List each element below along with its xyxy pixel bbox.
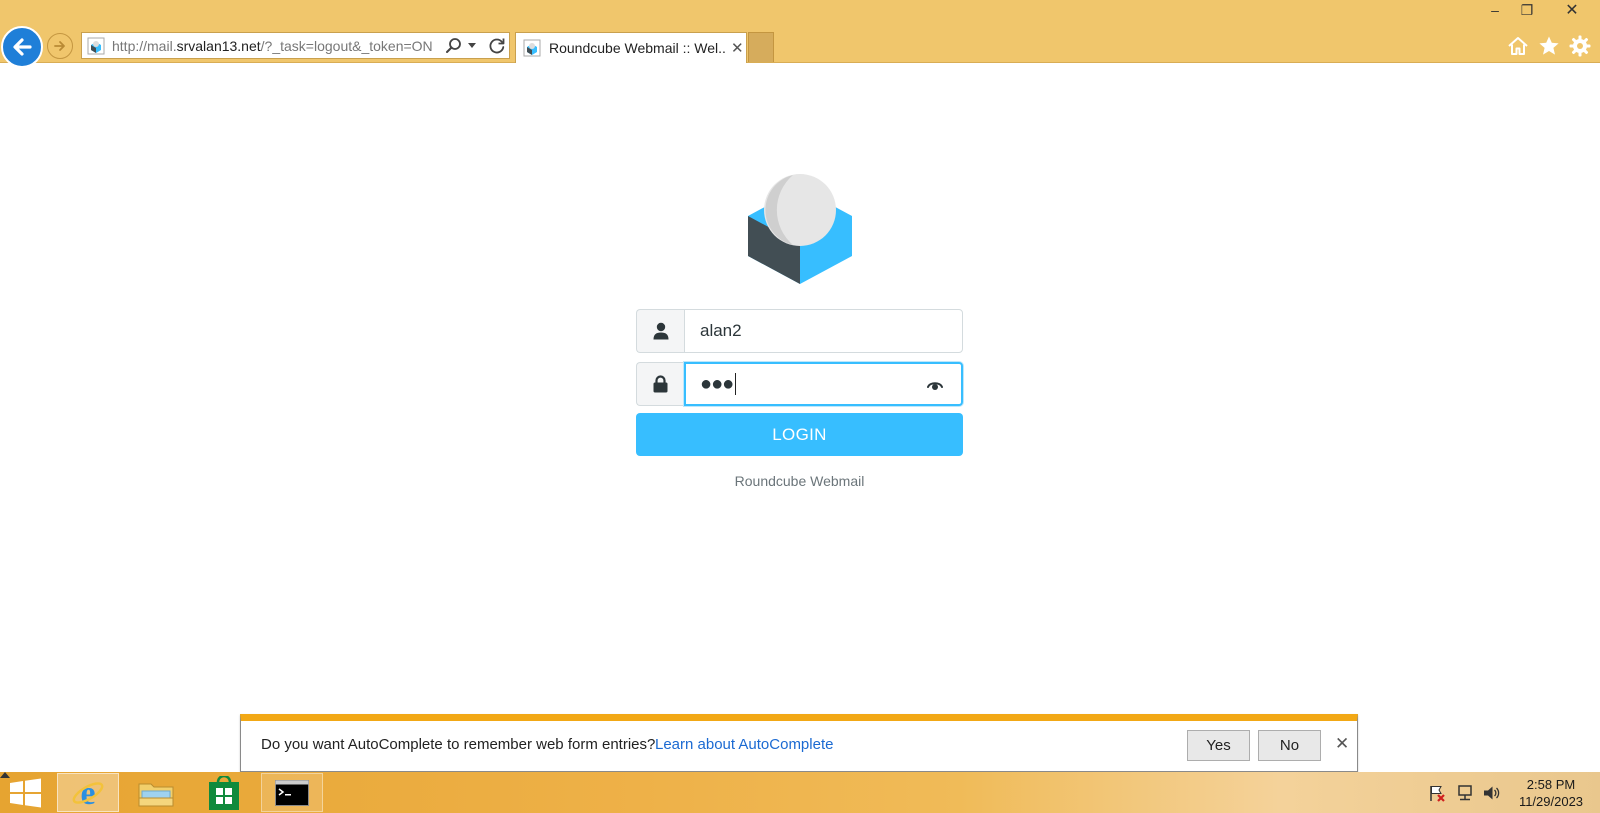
close-tab-icon[interactable]: ✕ [731, 39, 744, 57]
taskbar-store[interactable] [193, 773, 255, 812]
arrow-right-icon [54, 41, 65, 51]
autocomplete-yes-button[interactable]: Yes [1187, 730, 1250, 761]
product-name: Roundcube Webmail [734, 473, 865, 489]
autocomplete-notification: Do you want AutoComplete to remember web… [240, 714, 1358, 772]
username-row: alan2 [636, 309, 963, 353]
roundcube-favicon-icon [523, 39, 541, 57]
clock-time[interactable]: 2:58 PM [1510, 777, 1592, 792]
eye-icon[interactable] [927, 378, 943, 392]
autocomplete-no-button[interactable]: No [1258, 730, 1321, 761]
taskbar-file-explorer[interactable] [125, 773, 187, 812]
network-icon[interactable] [1456, 784, 1474, 802]
learn-autocomplete-link[interactable]: Learn about AutoComplete [655, 736, 833, 753]
taskbar: e 2:58 PM 11/29/2023 [0, 772, 1600, 813]
forward-button[interactable] [47, 33, 73, 59]
refresh-icon[interactable] [487, 36, 507, 56]
store-icon [209, 775, 239, 810]
windows-start-icon[interactable] [8, 778, 43, 808]
svg-text:e: e [80, 776, 95, 810]
login-button[interactable]: LOGIN [636, 413, 963, 456]
back-button[interactable] [1, 26, 43, 68]
star-icon[interactable] [1537, 34, 1561, 58]
password-addon [636, 362, 684, 406]
roundcube-favicon-icon [87, 37, 105, 54]
restore-button[interactable]: ❐ [1512, 0, 1542, 20]
username-field[interactable]: alan2 [684, 309, 963, 353]
lock-icon [653, 375, 668, 393]
password-row: ●●● [636, 362, 963, 406]
roundcube-logo [748, 174, 852, 284]
browser-chrome: – ❐ ✕ http://mail.srvalan13.net/?_task=l… [0, 0, 1600, 68]
taskbar-command-prompt[interactable] [261, 773, 323, 812]
search-icon[interactable] [445, 37, 463, 55]
folder-icon [138, 783, 174, 806]
home-icon[interactable] [1506, 34, 1530, 58]
taskbar-internet-explorer[interactable]: e [57, 773, 119, 812]
notification-message: Do you want AutoComplete to remember web… [261, 736, 656, 753]
tab-title: Roundcube Webmail :: Wel... [549, 40, 727, 56]
address-bar[interactable]: http://mail.srvalan13.net/?_task=logout&… [81, 32, 510, 59]
internet-explorer-icon: e [72, 776, 104, 810]
clock-date[interactable]: 11/29/2023 [1510, 794, 1592, 809]
close-notification-icon[interactable]: ✕ [1335, 734, 1349, 754]
minimize-button[interactable]: – [1480, 0, 1510, 20]
username-value: alan2 [700, 321, 742, 340]
new-tab-button[interactable] [748, 32, 774, 62]
username-addon [636, 309, 684, 353]
chevron-down-icon[interactable] [468, 43, 476, 48]
password-field[interactable]: ●●● [684, 362, 963, 406]
text-caret [735, 373, 737, 395]
tab-roundcube[interactable]: Roundcube Webmail :: Wel... ✕ [515, 32, 747, 63]
gear-icon[interactable] [1568, 34, 1592, 58]
password-value: ●●● [700, 372, 734, 395]
close-window-button[interactable]: ✕ [1555, 0, 1589, 20]
address-url[interactable]: http://mail.srvalan13.net/?_task=logout&… [112, 38, 437, 54]
action-center-flag-icon[interactable] [1428, 784, 1446, 802]
volume-icon[interactable] [1482, 784, 1500, 802]
arrow-left-icon [13, 38, 32, 56]
user-icon [653, 322, 668, 340]
command-prompt-icon [275, 779, 309, 806]
